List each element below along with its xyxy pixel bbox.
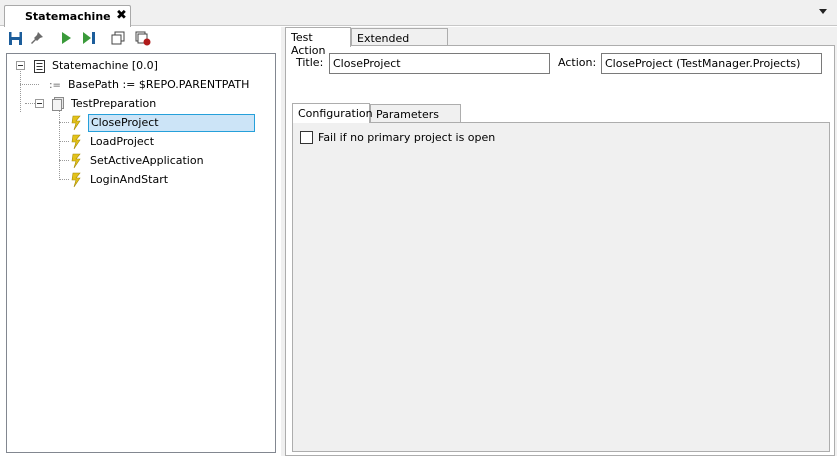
chevron-down-icon[interactable] [819,9,827,14]
tree-item-loginandstart[interactable]: LoginAndStart [69,171,170,189]
action-icon [69,153,85,169]
pin-icon[interactable] [28,29,46,47]
statemachine-icon [31,58,47,74]
tree-item-setactiveapplication[interactable]: SetActiveApplication [69,152,206,170]
action-icon [69,134,85,150]
document-tab-label: Statemachine [25,10,111,23]
document-tab-statemachine[interactable]: Statemachine ✖ [4,5,131,27]
action-icon [69,115,85,131]
tree-node-label: TestPreparation [71,97,157,110]
close-icon[interactable]: ✖ [116,8,127,24]
assignment-icon: := [49,79,61,91]
action-field[interactable]: CloseProject (TestManager.Projects) [601,53,822,74]
record-icon[interactable] [134,29,152,47]
fail-if-no-primary-project-checkbox[interactable] [300,131,313,144]
tree-connector [59,110,60,180]
tree-node-label: SetActiveApplication [90,154,204,167]
tree-node-label: LoadProject [90,135,155,148]
tree-node-label: BasePath := $REPO.PARENTPATH [68,78,250,91]
tree-connector [25,103,35,104]
tree-connector [59,160,69,161]
tree-node-basepath[interactable]: := BasePath := $REPO.PARENTPATH [47,76,251,94]
run-to-end-icon[interactable] [80,29,98,47]
toolbar [0,27,280,49]
document-tab-strip: Statemachine ✖ [0,0,837,27]
copy-icon[interactable] [109,29,127,47]
tree-node-testpreparation[interactable]: TestPreparation [50,95,158,113]
tree-connector [59,179,69,180]
collapse-toggle[interactable] [35,99,44,108]
group-icon [50,96,66,112]
tab-configuration[interactable]: Configuration [292,103,373,123]
tree-item-loadproject[interactable]: LoadProject [69,133,156,151]
tree-connector [59,122,69,123]
details-panel: Test Action Extended Settings Title: Clo… [285,27,837,456]
save-icon[interactable] [6,29,24,47]
tree-connector [20,84,39,85]
tree-node-label: LoginAndStart [90,173,169,186]
tab-parameters[interactable]: Parameters (0/0) [370,104,461,134]
tree-item-closeproject[interactable]: CloseProject [69,114,255,132]
title-field[interactable]: CloseProject [329,53,550,74]
statemachine-tree[interactable]: Statemachine [0.0] := BasePath := $REPO.… [6,53,276,453]
fail-if-no-primary-project-label: Fail if no primary project is open [318,131,496,144]
action-icon [69,172,85,188]
tree-node-root[interactable]: Statemachine [0.0] [31,57,160,75]
test-action-page: Title: CloseProject Action: CloseProject… [285,45,835,456]
tree-connector [20,71,21,112]
tree-node-label: CloseProject [88,114,255,132]
action-label: Action: [558,56,597,69]
tree-node-label: Statemachine [0.0] [52,59,158,72]
configuration-page: Fail if no primary project is open [292,122,830,452]
tab-test-action[interactable]: Test Action [285,27,351,57]
title-label: Title: [296,56,324,69]
run-icon[interactable] [57,29,75,47]
tree-connector [59,141,69,142]
collapse-toggle[interactable] [16,61,25,70]
